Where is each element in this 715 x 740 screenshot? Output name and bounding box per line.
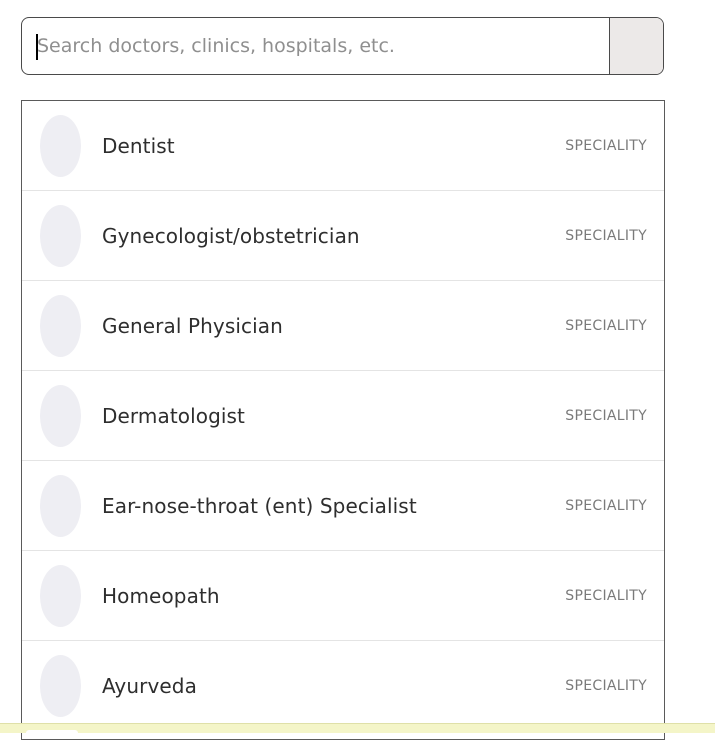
- result-name: Ayurveda: [102, 674, 197, 698]
- avatar: [40, 115, 81, 177]
- result-name: Dentist: [102, 134, 175, 158]
- search-bar: [21, 17, 664, 75]
- avatar: [40, 295, 81, 357]
- avatar: [40, 205, 81, 267]
- result-type: SPECIALITY: [565, 138, 647, 154]
- search-results-dropdown: Dentist SPECIALITY Gynecologist/obstetri…: [21, 100, 665, 740]
- result-item[interactable]: Ear-nose-throat (ent) Specialist SPECIAL…: [22, 461, 664, 551]
- result-type: SPECIALITY: [565, 408, 647, 424]
- result-type: SPECIALITY: [565, 318, 647, 334]
- result-name: Dermatologist: [102, 404, 245, 428]
- result-name: General Physician: [102, 314, 283, 338]
- result-type: SPECIALITY: [565, 678, 647, 694]
- result-item[interactable]: Gynecologist/obstetrician SPECIALITY: [22, 191, 664, 281]
- bottom-bar: [0, 723, 715, 733]
- avatar: [40, 655, 81, 717]
- avatar: [40, 475, 81, 537]
- result-item[interactable]: Dentist SPECIALITY: [22, 101, 664, 191]
- result-item[interactable]: General Physician SPECIALITY: [22, 281, 664, 371]
- result-item[interactable]: Homeopath SPECIALITY: [22, 551, 664, 641]
- avatar: [40, 565, 81, 627]
- result-item[interactable]: Ayurveda SPECIALITY: [22, 641, 664, 731]
- result-item[interactable]: Dermatologist SPECIALITY: [22, 371, 664, 461]
- search-input[interactable]: [22, 18, 609, 74]
- search-button[interactable]: [609, 18, 663, 74]
- result-name: Ear-nose-throat (ent) Specialist: [102, 494, 417, 518]
- text-caret: [36, 34, 38, 60]
- result-type: SPECIALITY: [565, 228, 647, 244]
- avatar: [40, 385, 81, 447]
- result-name: Gynecologist/obstetrician: [102, 224, 360, 248]
- result-type: SPECIALITY: [565, 588, 647, 604]
- result-type: SPECIALITY: [565, 498, 647, 514]
- result-name: Homeopath: [102, 584, 220, 608]
